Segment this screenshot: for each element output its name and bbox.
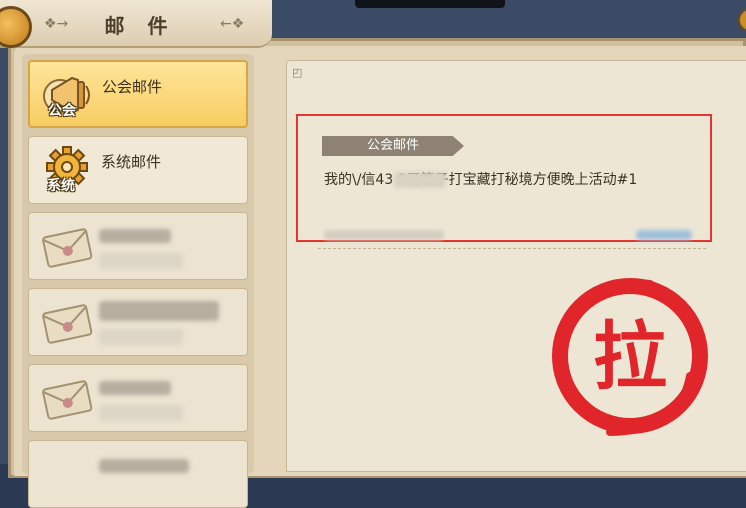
page-title: 邮 件 bbox=[104, 14, 176, 38]
sidebar-item-badge: 公会 bbox=[48, 103, 76, 119]
mail-category-sidebar: 公会 公会邮件 系统 系统邮件 bbox=[22, 54, 254, 508]
sidebar-item-mail[interactable] bbox=[28, 364, 248, 432]
top-bar-decoration bbox=[355, 0, 505, 8]
redacted-text bbox=[394, 172, 446, 188]
redacted-text bbox=[99, 405, 183, 421]
redacted-text bbox=[99, 253, 183, 269]
redacted-text bbox=[99, 381, 171, 395]
envelope-icon bbox=[37, 369, 97, 429]
redacted-text bbox=[99, 301, 219, 321]
megaphone-icon: 公会 bbox=[38, 66, 98, 126]
redacted-text bbox=[99, 329, 183, 345]
sidebar-item-label: 系统邮件 bbox=[101, 153, 162, 171]
sidebar-item-system-mail[interactable]: 系统 系统邮件 bbox=[28, 136, 248, 204]
title-orb-icon bbox=[0, 6, 32, 48]
redacted-text bbox=[324, 230, 444, 240]
stamp-glyph: 拉 bbox=[593, 314, 667, 400]
redacted-text bbox=[99, 459, 189, 473]
envelope-icon bbox=[37, 293, 97, 353]
envelope-icon bbox=[37, 217, 97, 277]
sidebar-item-mail[interactable] bbox=[28, 212, 248, 280]
sidebar-item-guild-mail[interactable]: 公会 公会邮件 bbox=[28, 60, 248, 128]
sidebar-item-badge: 系统 bbox=[47, 178, 75, 194]
redacted-link[interactable] bbox=[636, 230, 692, 240]
sidebar-item-mail[interactable] bbox=[28, 288, 248, 356]
mail-message-card[interactable]: 公会邮件 我的\/信43 2开箱子打宝藏打秘境方便晚上活动#1 bbox=[296, 114, 712, 242]
mail-category-tag: 公会邮件 bbox=[322, 136, 464, 156]
gear-icon: 系统 bbox=[37, 141, 97, 201]
divider bbox=[318, 248, 706, 249]
title-bar: ❖→ 邮 件 ←❖ bbox=[0, 0, 272, 48]
left-ornament-icon: ❖→ bbox=[44, 16, 69, 32]
sidebar-item-label: 公会邮件 bbox=[102, 78, 163, 96]
redacted-text bbox=[99, 229, 171, 243]
right-ornament-icon: ←❖ bbox=[220, 16, 245, 32]
corner-ornament-icon: ◰ bbox=[292, 66, 303, 79]
stamp-watermark: 拉 bbox=[540, 266, 720, 446]
sidebar-item-mail[interactable] bbox=[28, 440, 248, 508]
mail-body-text: 我的\/信43 2开箱子打宝藏打秘境方便晚上活动#1 bbox=[324, 172, 638, 188]
